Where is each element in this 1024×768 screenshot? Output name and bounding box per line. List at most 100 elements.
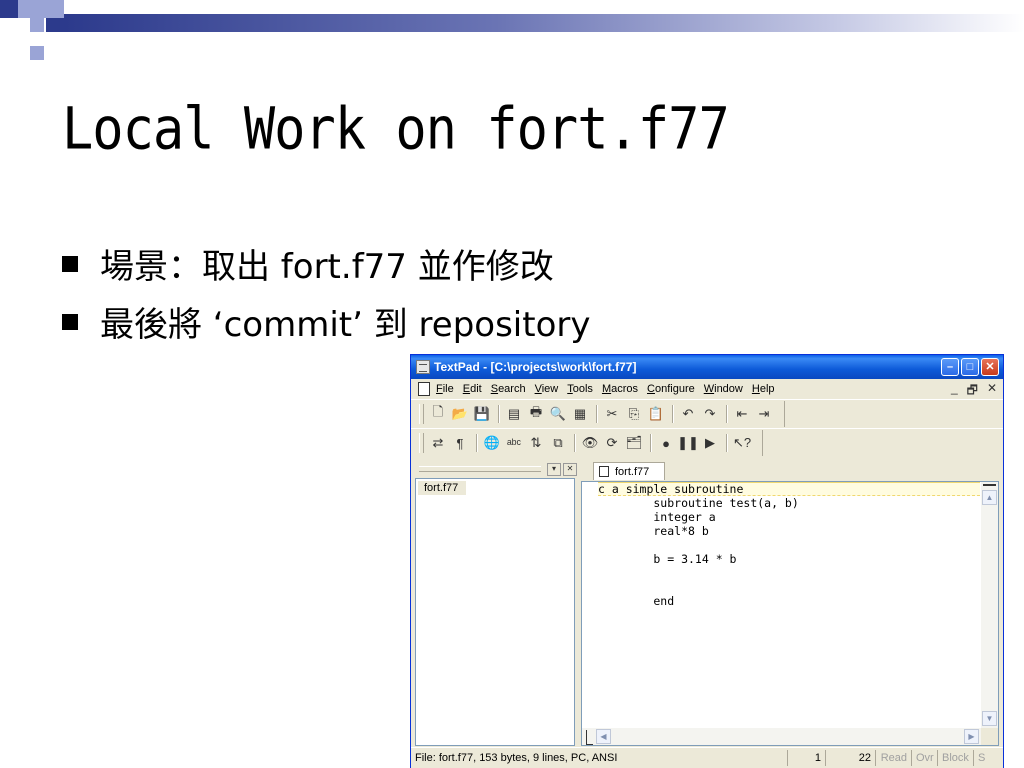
spelling-icon[interactable]: ᵃᵇᶜ — [504, 433, 524, 453]
toolbar-grip[interactable] — [419, 404, 424, 424]
toolbar-separator — [672, 405, 674, 423]
window-maximize-button[interactable]: □ — [961, 358, 979, 376]
indent-icon[interactable]: ⇤ — [732, 404, 752, 424]
editor-area: fort.f77 c a simple subroutine subroutin… — [581, 462, 999, 746]
bullet-item: 場景：取出 fort.f77 並作修改 — [62, 234, 590, 292]
decor-square-light — [30, 18, 44, 32]
toolbar-separator — [726, 434, 728, 452]
paste-icon[interactable]: 📋 — [646, 404, 666, 424]
code-line[interactable]: b = 3.14 * b — [598, 552, 980, 566]
find-in-files-icon[interactable]: 🗂 — [624, 433, 644, 453]
menu-edit[interactable]: Edit — [463, 383, 482, 395]
bullet-text: 場景：取出 fort.f77 並作修改 — [100, 246, 554, 287]
status-column: 22 — [825, 750, 875, 766]
open-folder-icon[interactable]: 📂 — [450, 404, 470, 424]
code-line[interactable]: subroutine test(a, b) — [598, 496, 980, 510]
mdi-close-button[interactable]: ✕ — [987, 381, 997, 402]
decor-square-light — [18, 0, 64, 18]
document-icon[interactable] — [418, 382, 430, 396]
sort-icon[interactable]: ⇅ — [526, 433, 546, 453]
document-selector-panel: ▾ ✕ fort.f77 — [415, 462, 577, 746]
new-file-icon[interactable]: 🗋 — [428, 404, 448, 424]
scroll-up-button[interactable]: ▲ — [982, 490, 997, 505]
context-help-icon[interactable]: ↖? — [732, 433, 752, 453]
bullet-text: 最後將 ‘commit’ 到 repository — [100, 304, 591, 345]
menu-window[interactable]: Window — [704, 383, 743, 395]
redo-icon[interactable]: ↷ — [700, 404, 720, 424]
panel-grip[interactable] — [419, 466, 541, 472]
code-line[interactable] — [598, 566, 980, 580]
toolbar-end-divider — [762, 430, 763, 456]
toolbar-end-divider — [784, 401, 785, 427]
pause-macro-icon[interactable]: ❚❚ — [677, 433, 699, 453]
menu-configure[interactable]: Configure — [647, 383, 695, 395]
code-line[interactable]: integer a — [598, 510, 980, 524]
standard-toolbar: 🗋 📂 💾 ▤ 🖶 🔍 ▦ ✂ ⎘ 📋 ↶ ↷ ⇤ ⇥ — [411, 399, 1003, 428]
status-bar: File: fort.f77, 153 bytes, 9 lines, PC, … — [411, 747, 1003, 768]
scroll-right-button[interactable]: ▶ — [964, 729, 979, 744]
manage-files-icon[interactable]: ▤ — [504, 404, 524, 424]
compare-icon[interactable]: ⧉ — [548, 433, 568, 453]
split-handle[interactable] — [983, 484, 996, 486]
code-line[interactable] — [598, 580, 980, 594]
menu-help[interactable]: Help — [752, 383, 775, 395]
window-close-button[interactable]: ✕ — [981, 358, 999, 376]
toolbar-separator — [476, 434, 478, 452]
menu-file[interactable]: File — [436, 383, 454, 395]
code-text[interactable]: c a simple subroutine subroutine test(a,… — [598, 482, 980, 728]
status-ovr: Ovr — [911, 750, 937, 766]
window-titlebar[interactable]: TextPad - [C:\projects\work\fort.f77] – … — [411, 355, 1003, 379]
current-code-line[interactable]: c a simple subroutine — [598, 482, 980, 496]
toolbar-separator — [726, 405, 728, 423]
document-properties-icon[interactable]: ▦ — [570, 404, 590, 424]
split-handle-horizontal[interactable] — [586, 730, 593, 745]
mdi-restore-button[interactable]: 🗗 — [967, 381, 978, 402]
textpad-app-icon[interactable] — [416, 360, 430, 374]
browser-icon[interactable]: 🌐 — [482, 433, 502, 453]
decor-square-light — [30, 46, 44, 60]
word-wrap-icon[interactable]: ⇄ — [428, 433, 448, 453]
outdent-icon[interactable]: ⇥ — [754, 404, 774, 424]
menu-tools[interactable]: Tools — [567, 383, 593, 395]
decor-square-dark — [46, 18, 64, 32]
code-editor[interactable]: c a simple subroutine subroutine test(a,… — [581, 481, 999, 746]
tab-fort-f77[interactable]: fort.f77 — [593, 462, 665, 480]
cut-icon[interactable]: ✂ — [602, 404, 622, 424]
toolbar-separator — [596, 405, 598, 423]
bullet-list: 場景：取出 fort.f77 並作修改 最後將 ‘commit’ 到 repos… — [62, 234, 590, 350]
scroll-down-button[interactable]: ▼ — [982, 711, 997, 726]
menu-macros[interactable]: Macros — [602, 383, 638, 395]
code-line[interactable]: real*8 b — [598, 524, 980, 538]
scroll-left-button[interactable]: ◀ — [596, 729, 611, 744]
panel-dock-button[interactable]: ▾ — [547, 462, 561, 476]
print-icon[interactable]: 🖶 — [526, 404, 546, 424]
save-icon[interactable]: 💾 — [472, 404, 492, 424]
workspace: ▾ ✕ fort.f77 fort.f77 c a simple subrout… — [415, 462, 999, 746]
print-preview-icon[interactable]: 🔍 — [548, 404, 568, 424]
toolbar-separator — [650, 434, 652, 452]
bullet-square-icon — [62, 256, 78, 272]
window-minimize-button[interactable]: – — [941, 358, 959, 376]
mdi-minimize-button[interactable]: _ — [951, 381, 958, 402]
toolbar-grip[interactable] — [419, 433, 424, 453]
slide-title: Local Work on fort.f77 — [62, 96, 730, 164]
undo-icon[interactable]: ↶ — [678, 404, 698, 424]
code-line[interactable]: end — [598, 594, 980, 608]
scrollbar-corner — [981, 728, 998, 745]
play-macro-icon[interactable]: ▶ — [700, 433, 720, 453]
menu-search[interactable]: Search — [491, 383, 526, 395]
find-icon[interactable]: 👁 — [580, 433, 600, 453]
vertical-scrollbar[interactable]: ▲ ▼ — [981, 482, 998, 728]
toolbar-separator — [498, 405, 500, 423]
record-macro-icon[interactable]: ● — [656, 433, 676, 453]
horizontal-scrollbar[interactable]: ◀ ▶ — [582, 728, 981, 745]
menu-view[interactable]: View — [535, 383, 559, 395]
panel-close-button[interactable]: ✕ — [563, 462, 577, 476]
pilcrow-icon[interactable]: ¶ — [450, 433, 470, 453]
replace-icon[interactable]: ⟳ — [602, 433, 622, 453]
decor-gradient-bar — [64, 14, 1024, 32]
copy-icon[interactable]: ⎘ — [624, 404, 644, 424]
document-list-item[interactable]: fort.f77 — [418, 481, 467, 495]
code-line[interactable] — [598, 538, 980, 552]
document-list: fort.f77 — [415, 478, 575, 746]
